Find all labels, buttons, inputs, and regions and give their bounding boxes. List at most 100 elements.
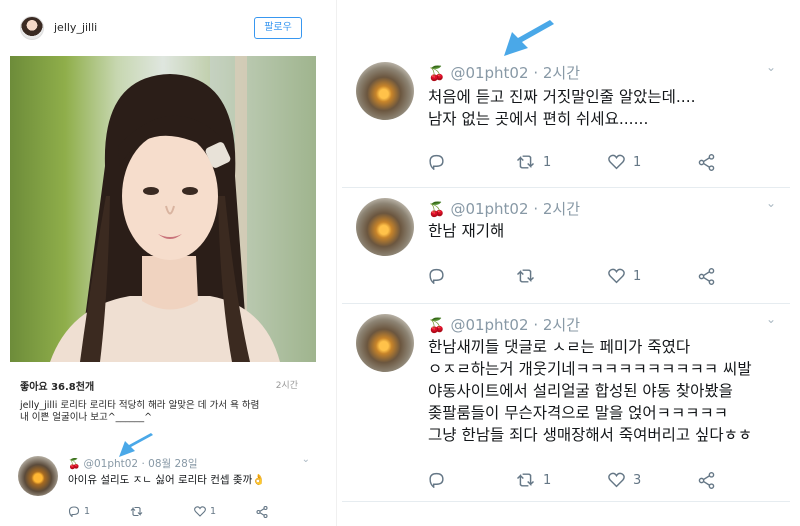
retweet-icon [516, 269, 535, 283]
like-count: 1 [633, 154, 642, 170]
chevron-down-icon[interactable]: ⌄ [766, 196, 776, 210]
follow-button[interactable]: 팔로우 [254, 17, 302, 39]
reply-button[interactable] [428, 472, 453, 488]
caption: jelly_jilli 로리타 로리타 적당히 해라 알맞은 데 가서 욕 하렴… [20, 400, 302, 424]
cherry-icon: 🍒 [428, 66, 446, 82]
retweet-count: 1 [543, 472, 552, 488]
tweet-header: 🍒 @01pht02 · 2시간 [428, 314, 580, 335]
retweet-button[interactable]: 1 [516, 154, 551, 170]
retweet-icon [130, 506, 143, 517]
retweet-button[interactable] [130, 506, 147, 517]
tweet-text: 한남새끼들 댓글로 ㅅㄹ는 페미가 죽였다 ㅇㅈㄹ하는거 개웃기네ㅋㅋㅋㅋㅋㅋㅋ… [428, 336, 752, 446]
tweet-line: ㅇㅈㄹ하는거 개웃기네ㅋㅋㅋㅋㅋㅋㅋㅋㅋㅋ 씨발 [428, 360, 752, 378]
tweet[interactable]: 🍒 @01pht02 · 2시간 ⌄ 처음에 듣고 진짜 거짓말인줄 알았는데..… [342, 50, 790, 188]
tweet-actions: 1 [428, 268, 728, 288]
tweet-line: 좆팔룸들이 무슨자격으로 말을 얹어ㅋㅋㅋㅋㅋ [428, 404, 728, 422]
chevron-down-icon[interactable]: ⌄ [766, 312, 776, 326]
retweet-icon [516, 155, 535, 169]
like-button[interactable]: 3 [608, 472, 641, 488]
cherry-icon: 🍒 [428, 202, 446, 218]
tweet-date: · 08월 28일 [141, 458, 198, 470]
tweet-time: · 2시간 [533, 64, 580, 82]
like-count: 3 [633, 472, 642, 488]
panel-divider [336, 0, 337, 526]
user-handle[interactable]: @01pht02 [450, 200, 528, 218]
user-handle[interactable]: @01pht02 [83, 458, 138, 470]
tweet-text: 한남 재기해 [428, 220, 504, 242]
tweet-header: 🍒 @01pht02 · 2시간 [428, 198, 580, 219]
share-button[interactable] [698, 154, 715, 171]
post-time: 2시간 [275, 381, 298, 391]
like-button[interactable]: 1 [608, 268, 641, 284]
heart-icon [194, 506, 206, 517]
reply-icon [429, 472, 444, 488]
tweet-line: 한남 재기해 [428, 222, 505, 240]
heart-icon [608, 268, 625, 284]
tweet-actions: 1 1 [428, 154, 728, 174]
avatar[interactable] [356, 62, 414, 120]
post-header: jelly_jilli 팔로우 [20, 14, 302, 44]
tweet-header: 🍒 @01pht02 · 2시간 [428, 62, 580, 83]
reply-icon [429, 268, 444, 284]
portrait-illustration [50, 56, 316, 362]
ok-hand-emoji: 👌 [252, 474, 266, 486]
share-icon [256, 506, 268, 518]
avatar[interactable] [356, 198, 414, 256]
retweet-count: 1 [543, 154, 552, 170]
chevron-down-icon[interactable]: ⌄ [302, 454, 310, 465]
tweet-actions: 1 1 [66, 506, 296, 520]
reply-count: 1 [84, 506, 91, 517]
like-button[interactable]: 1 [608, 154, 641, 170]
reply-button[interactable]: 1 [68, 506, 90, 517]
like-button[interactable]: 1 [194, 506, 216, 517]
instagram-post: jelly_jilli 팔로우 좋아요 36.8천개 2시간 jelly_jil… [0, 0, 322, 526]
reply-icon [68, 506, 80, 517]
tweet-line: 한남새끼들 댓글로 ㅅㄹ는 페미가 죽였다 [428, 338, 691, 356]
user-handle[interactable]: @01pht02 [450, 64, 528, 82]
tweet-text-body: 아이유 설리도 ㅈㄴ 싫어 로리타 컨셉 좆까 [68, 474, 253, 486]
tweet-thread: 🍒 @01pht02 · 2시간 ⌄ 처음에 듣고 진짜 거짓말인줄 알았는데..… [342, 0, 800, 526]
tweet-line: 처음에 듣고 진짜 거짓말인줄 알았는데.... [428, 88, 696, 106]
avatar[interactable] [18, 456, 58, 496]
tweet-line: 남자 없는 곳에서 편히 쉬세요...... [428, 110, 649, 128]
caption-line: 내 이쁜 얼굴이나 보고^______^ [20, 412, 153, 423]
share-button[interactable] [698, 472, 715, 489]
chevron-down-icon[interactable]: ⌄ [766, 60, 776, 74]
caption-line: jelly_jilli 로리타 로리타 적당히 해라 알맞은 데 가서 욕 하렴 [20, 400, 260, 411]
post-photo[interactable] [10, 56, 316, 362]
tweet-text: 아이유 설리도 ㅈㄴ 싫어 로리타 컨셉 좆까👌 [68, 472, 265, 487]
likes-count[interactable]: 좋아요 36.8천개 [20, 378, 94, 393]
share-icon [698, 472, 715, 489]
share-button[interactable] [256, 506, 268, 518]
mini-tweet[interactable]: 🍒 @01pht02 · 08월 28일 ⌄ 아이유 설리도 ㅈㄴ 싫어 로리타 … [16, 448, 316, 526]
tweet-time: · 2시간 [533, 316, 580, 334]
like-count: 1 [633, 268, 642, 284]
retweet-button[interactable] [516, 268, 543, 284]
share-icon [698, 268, 715, 285]
heart-icon [608, 472, 625, 488]
retweet-button[interactable]: 1 [516, 472, 551, 488]
tweet-line: 야동사이트에서 설리얼굴 합성된 야동 찾아봤을 [428, 382, 733, 400]
tweet-actions: 1 3 [428, 472, 728, 492]
like-count: 1 [210, 506, 217, 517]
tweet[interactable]: 🍒 @01pht02 · 2시간 ⌄ 한남새끼들 댓글로 ㅅㄹ는 페미가 죽였다 … [342, 306, 790, 502]
reply-button[interactable] [428, 268, 453, 284]
tweet-text: 처음에 듣고 진짜 거짓말인줄 알았는데.... 남자 없는 곳에서 편히 쉬세… [428, 86, 696, 130]
avatar[interactable] [356, 314, 414, 372]
reply-button[interactable] [428, 154, 453, 170]
username[interactable]: jelly_jilli [54, 21, 97, 34]
pointer-arrow-icon [504, 20, 554, 56]
tweet[interactable]: 🍒 @01pht02 · 2시간 ⌄ 한남 재기해 1 [342, 190, 790, 304]
tweet-line: 그냥 한남들 죄다 생매장해서 죽여버리고 싶다ㅎㅎ [428, 426, 753, 444]
retweet-icon [516, 473, 535, 487]
reply-icon [429, 154, 444, 170]
share-icon [698, 154, 715, 171]
tweet-header: 🍒 @01pht02 · 08월 28일 [68, 456, 198, 471]
cherry-icon: 🍒 [68, 459, 81, 470]
share-button[interactable] [698, 268, 715, 285]
avatar[interactable] [20, 16, 44, 40]
cherry-icon: 🍒 [428, 318, 446, 334]
tweet-time: · 2시간 [533, 200, 580, 218]
heart-icon [608, 154, 625, 170]
user-handle[interactable]: @01pht02 [450, 316, 528, 334]
